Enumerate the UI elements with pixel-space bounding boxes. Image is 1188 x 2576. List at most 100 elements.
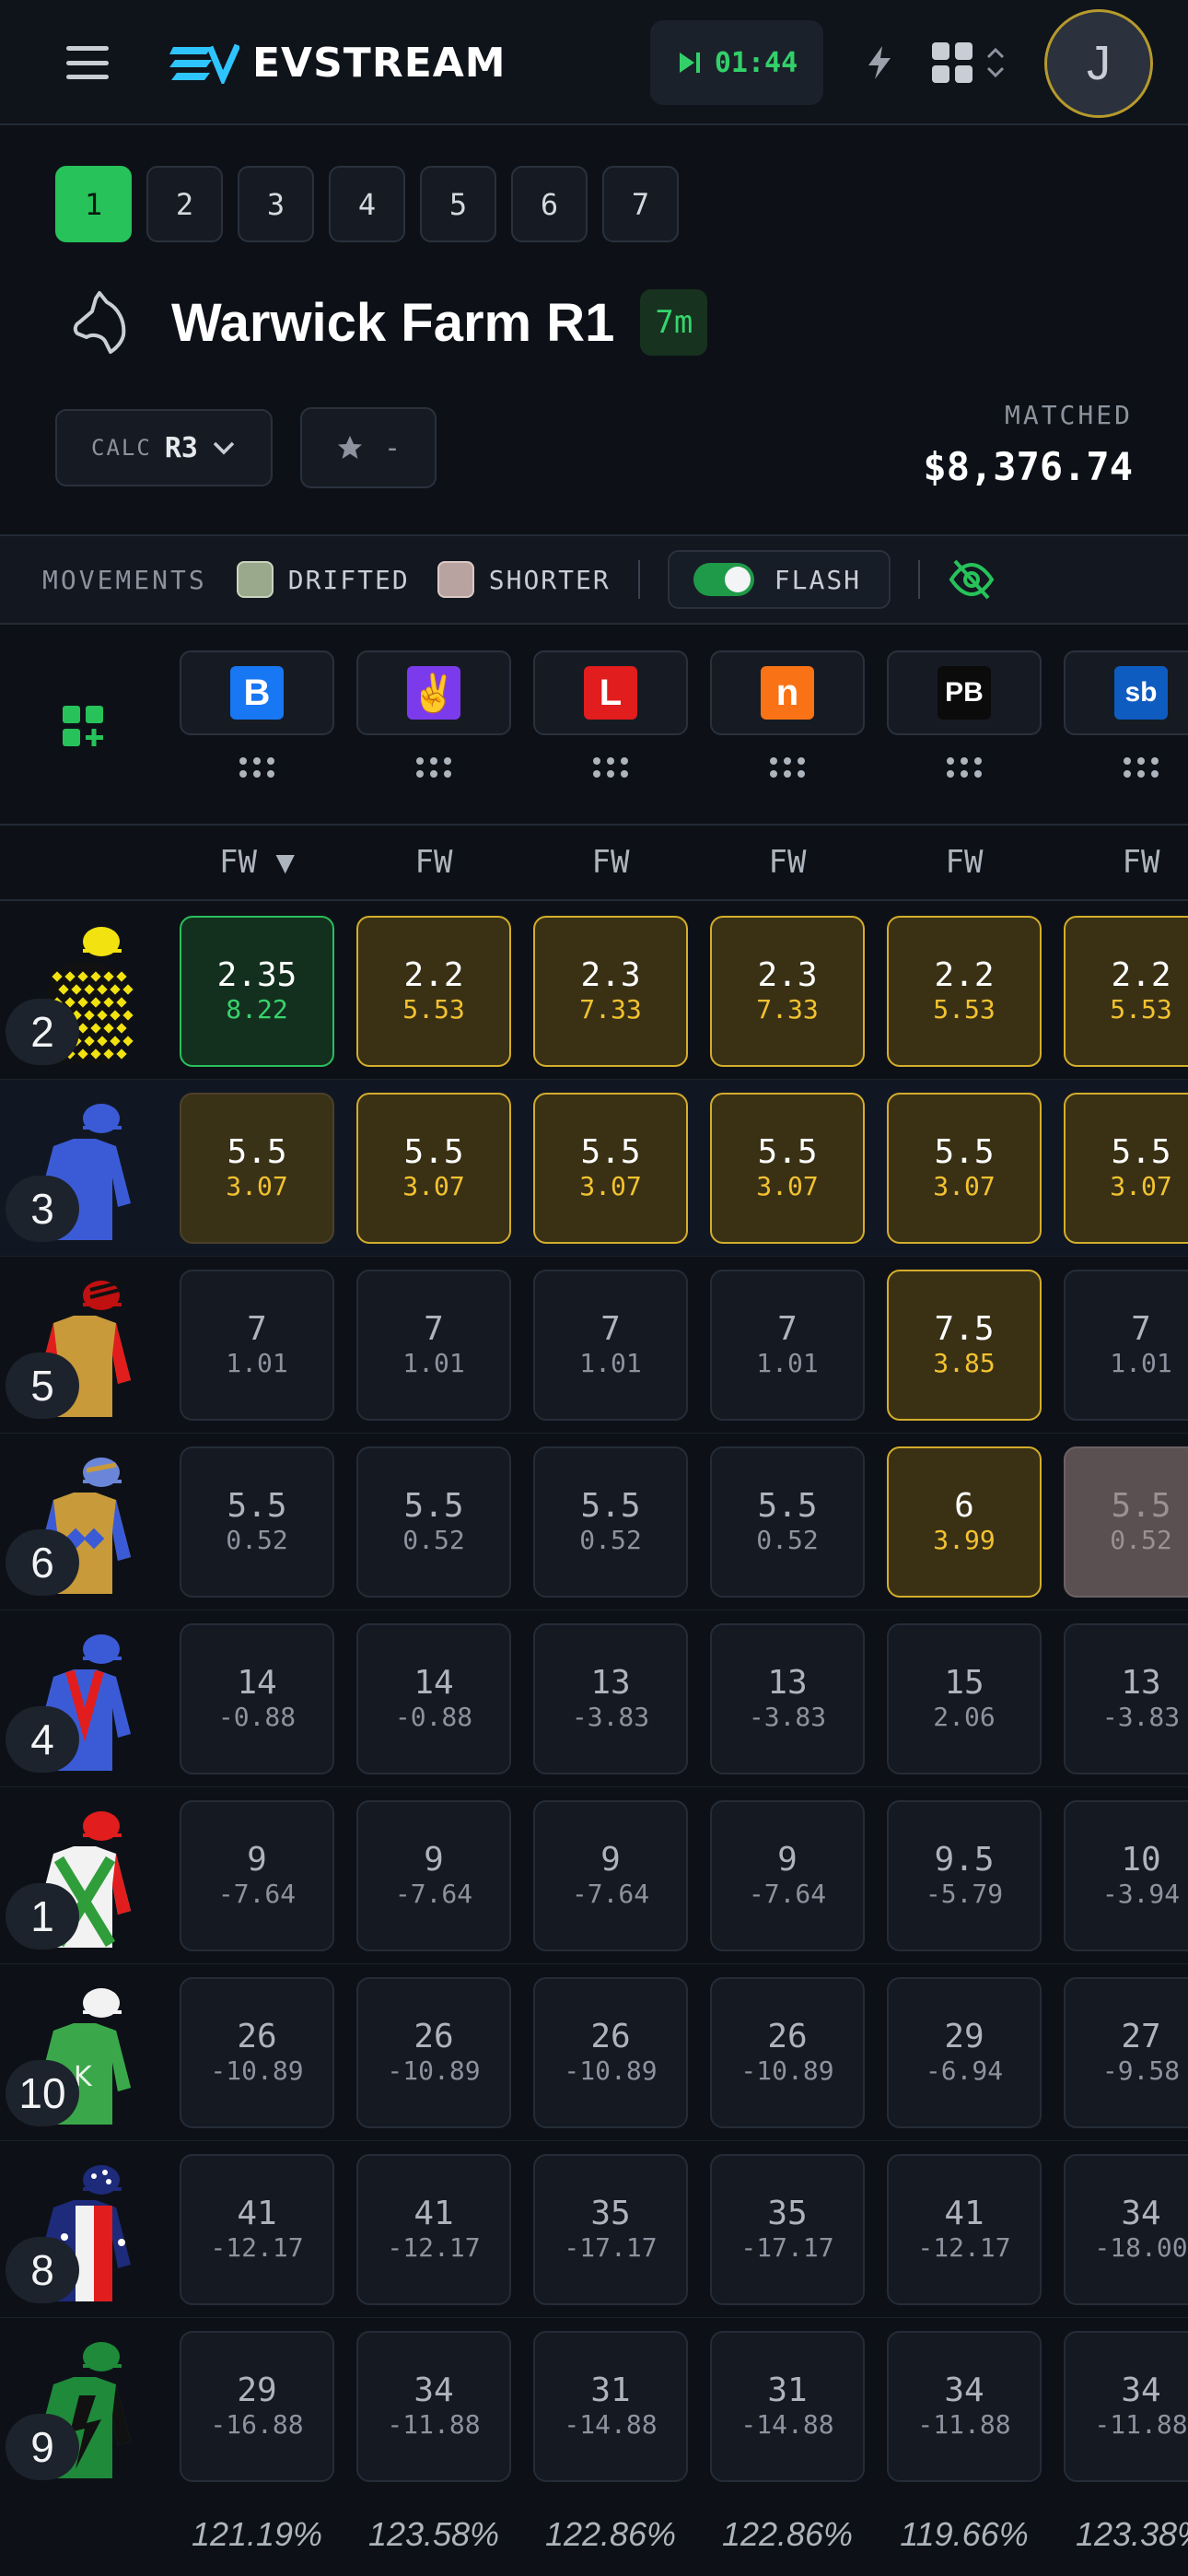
odds-cell[interactable]: 14 -0.88: [180, 1623, 334, 1774]
runner-row[interactable]: 1 9 -7.64 9 -7.64 9 -7.64 9 -7.64 9.5 -5.79 10 -3.94: [0, 1787, 1188, 1964]
odds-cell[interactable]: 13 -3.83: [710, 1623, 865, 1774]
odds-cell[interactable]: 2.3 7.33: [710, 916, 865, 1067]
odds-cell[interactable]: 5.5 3.07: [533, 1093, 688, 1244]
odds-cell[interactable]: 5.5 0.52: [1064, 1446, 1188, 1598]
more-options-icon[interactable]: [533, 757, 688, 785]
odds-cell[interactable]: 2.2 5.53: [887, 916, 1042, 1067]
sort-column-header[interactable]: FW: [1064, 844, 1188, 881]
odds-cell[interactable]: 41 -12.17: [356, 2154, 511, 2305]
runner-row[interactable]: 2 2.35 8.22 2.2 5.53 2.3 7.33 2.3 7.33 2.2 5.53 2.2…: [0, 903, 1188, 1080]
odds-cell[interactable]: 9 -7.64: [533, 1800, 688, 1951]
layout-switcher[interactable]: [930, 37, 1020, 88]
bookmaker-card[interactable]: B: [180, 650, 334, 735]
odds-cell[interactable]: 5.5 0.52: [180, 1446, 334, 1598]
calc-dropdown[interactable]: CALC R3: [55, 409, 273, 486]
sort-column-header[interactable]: FW: [533, 844, 688, 881]
odds-cell[interactable]: 34 -11.88: [887, 2331, 1042, 2482]
app-logo[interactable]: EVSTREAM: [166, 37, 507, 88]
odds-cell[interactable]: 9 -7.64: [356, 1800, 511, 1951]
more-options-icon[interactable]: [356, 757, 511, 785]
odds-cell[interactable]: 7.5 3.85: [887, 1270, 1042, 1421]
odds-cell[interactable]: 7 1.01: [180, 1270, 334, 1421]
eye-off-icon[interactable]: [948, 556, 996, 603]
flash-toggle[interactable]: FLASH: [667, 550, 891, 609]
odds-cell[interactable]: 5.5 3.07: [710, 1093, 865, 1244]
odds-cell[interactable]: 29 -6.94: [887, 1977, 1042, 2128]
odds-cell[interactable]: 26 -10.89: [533, 1977, 688, 2128]
odds-cell[interactable]: 7 1.01: [356, 1270, 511, 1421]
odds-cell[interactable]: 2.3 7.33: [533, 916, 688, 1067]
odds-cell[interactable]: 7 1.01: [710, 1270, 865, 1421]
odds-cell[interactable]: 27 -9.58: [1064, 1977, 1188, 2128]
add-bookmaker-icon[interactable]: [61, 704, 105, 748]
sort-column-header[interactable]: FW: [356, 844, 511, 881]
odds-cell[interactable]: 41 -12.17: [887, 2154, 1042, 2305]
odds-cell[interactable]: 14 -0.88: [356, 1623, 511, 1774]
odds-cell[interactable]: 26 -10.89: [710, 1977, 865, 2128]
odds-cell[interactable]: 5.5 3.07: [887, 1093, 1042, 1244]
runner-row[interactable]: 9 29 -16.88 34 -11.88 31 -14.88 31 -14.88 34 -11.8…: [0, 2318, 1188, 2484]
odds-cell[interactable]: 5.5 0.52: [710, 1446, 865, 1598]
race-tab-2[interactable]: 2: [146, 166, 223, 242]
odds-cell[interactable]: 41 -12.17: [180, 2154, 334, 2305]
odds-cell[interactable]: 2.35 8.22: [180, 916, 334, 1067]
race-tab-4[interactable]: 4: [329, 166, 405, 242]
race-tab-5[interactable]: 5: [420, 166, 496, 242]
more-options-icon[interactable]: [710, 757, 865, 785]
sort-column-header[interactable]: FW: [710, 844, 865, 881]
odds-cell[interactable]: 7 1.01: [533, 1270, 688, 1421]
bookmaker-card[interactable]: n: [710, 650, 865, 735]
runner-row[interactable]: 8 41 -12.17 41 -12.17 35 -17.17 35 -17.17 41 -12.1…: [0, 2141, 1188, 2318]
lightning-icon[interactable]: [861, 44, 898, 81]
odds-cell[interactable]: 9 -7.64: [710, 1800, 865, 1951]
odds-cell[interactable]: 29 -16.88: [180, 2331, 334, 2482]
odds-cell[interactable]: 13 -3.83: [1064, 1623, 1188, 1774]
odds-cell[interactable]: 9 -7.64: [180, 1800, 334, 1951]
odds-cell[interactable]: 35 -17.17: [710, 2154, 865, 2305]
odds-cell[interactable]: 34 -11.88: [1064, 2331, 1188, 2482]
odds-cell[interactable]: 34 -18.00: [1064, 2154, 1188, 2305]
runner-row[interactable]: 3 5.5 3.07 5.5 3.07 5.5 3.07 5.5 3.07 5.5 3.07 5.5 3…: [0, 1080, 1188, 1257]
odds-cell[interactable]: 2.2 5.53: [356, 916, 511, 1067]
menu-icon[interactable]: [66, 46, 109, 79]
more-options-icon[interactable]: [180, 757, 334, 785]
odds-cell[interactable]: 7 1.01: [1064, 1270, 1188, 1421]
odds-cell[interactable]: 26 -10.89: [180, 1977, 334, 2128]
sort-column-header[interactable]: FW ▼: [180, 844, 334, 881]
odds-cell[interactable]: 15 2.06: [887, 1623, 1042, 1774]
odds-cell[interactable]: 5.5 3.07: [180, 1093, 334, 1244]
odds-cell[interactable]: 5.5 3.07: [1064, 1093, 1188, 1244]
race-tab-1[interactable]: 1: [55, 166, 132, 242]
runner-row[interactable]: 6 5.5 0.52 5.5 0.52 5.5 0.52 5.5 0.52 6 3.99 5.5 0.5…: [0, 1434, 1188, 1610]
runner-row[interactable]: 4 14 -0.88 14 -0.88 13 -3.83 13 -3.83 15 2.06 13 -3.…: [0, 1610, 1188, 1787]
bookmaker-card[interactable]: L: [533, 650, 688, 735]
odds-cell[interactable]: 35 -17.17: [533, 2154, 688, 2305]
race-tab-7[interactable]: 7: [602, 166, 679, 242]
bookmaker-card[interactable]: PB: [887, 650, 1042, 735]
odds-cell[interactable]: 26 -10.89: [356, 1977, 511, 2128]
race-tab-3[interactable]: 3: [238, 166, 314, 242]
odds-cell[interactable]: 34 -11.88: [356, 2331, 511, 2482]
odds-cell[interactable]: 5.5 0.52: [533, 1446, 688, 1598]
race-timer-button[interactable]: 01:44: [650, 20, 823, 105]
user-avatar[interactable]: J: [1044, 9, 1153, 118]
bookmaker-card[interactable]: ✌: [356, 650, 511, 735]
race-tab-6[interactable]: 6: [511, 166, 588, 242]
odds-cell[interactable]: 5.5 3.07: [356, 1093, 511, 1244]
odds-cell[interactable]: 9.5 -5.79: [887, 1800, 1042, 1951]
odds-cell[interactable]: 6 3.99: [887, 1446, 1042, 1598]
runner-row[interactable]: K 10 26 -10.89 26 -10.89 26 -10.89 26 -10.89 29 -6.…: [0, 1964, 1188, 2141]
more-options-icon[interactable]: [1064, 757, 1188, 785]
runner-row[interactable]: 5 7 1.01 7 1.01 7 1.01 7 1.01 7.5 3.85 7 1.01: [0, 1257, 1188, 1434]
bookmaker-card[interactable]: sb: [1064, 650, 1188, 735]
favourite-filter-button[interactable]: -: [300, 407, 437, 488]
odds-cell[interactable]: 31 -14.88: [533, 2331, 688, 2482]
odds-cell[interactable]: 5.5 0.52: [356, 1446, 511, 1598]
more-options-icon[interactable]: [887, 757, 1042, 785]
odds-cell[interactable]: 13 -3.83: [533, 1623, 688, 1774]
flash-switch[interactable]: [693, 563, 754, 596]
odds-cell[interactable]: 31 -14.88: [710, 2331, 865, 2482]
odds-cell[interactable]: 10 -3.94: [1064, 1800, 1188, 1951]
odds-cell[interactable]: 2.2 5.53: [1064, 916, 1188, 1067]
sort-column-header[interactable]: FW: [887, 844, 1042, 881]
